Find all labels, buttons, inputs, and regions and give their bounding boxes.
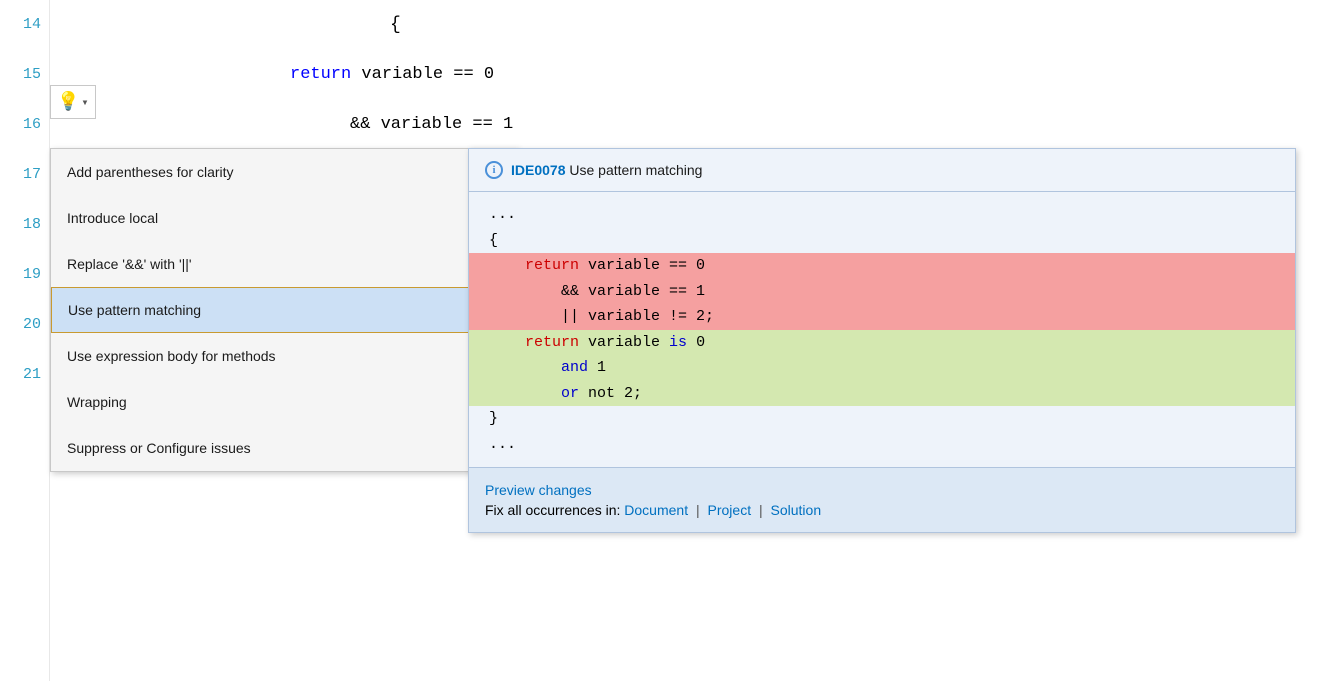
fix-project-link[interactable]: Project <box>708 502 752 518</box>
code-line-15: return variable == 0 <box>50 50 1335 100</box>
menu-item-label: Replace '&&' with '||' <box>67 256 192 272</box>
preview-open-brace: { <box>489 228 1275 254</box>
preview-ellipsis-after: ... <box>489 432 1275 458</box>
menu-item-use-pattern-matching[interactable]: Use pattern matching ▶ <box>51 287 517 333</box>
context-menu: Add parentheses for clarity Introduce lo… <box>50 148 518 472</box>
preview-changes-link-row: Preview changes <box>485 482 1279 498</box>
preview-ellipsis-before: ... <box>489 202 1275 228</box>
menu-item-label: Use expression body for methods <box>67 348 276 364</box>
keyword-return: return <box>290 65 351 84</box>
menu-item-introduce-local[interactable]: Introduce local ▶ <box>51 195 517 241</box>
menu-item-replace-and[interactable]: Replace '&&' with '||' <box>51 241 517 287</box>
menu-item-label: Use pattern matching <box>68 302 201 318</box>
menu-item-wrapping[interactable]: Wrapping ▶ <box>51 379 517 425</box>
menu-item-suppress-configure[interactable]: Suppress or Configure issues ▶ <box>51 425 517 471</box>
line-num-17: 17 <box>23 150 41 200</box>
menu-item-use-expression-body[interactable]: Use expression body for methods <box>51 333 517 379</box>
preview-added-line-2: and 1 <box>469 355 1295 381</box>
line-num-15: 15 <box>23 50 41 100</box>
line-num-16: 16 <box>23 100 41 150</box>
preview-removed-line-3: || variable != 2; <box>469 304 1295 330</box>
menu-item-label: Suppress or Configure issues <box>67 440 251 456</box>
menu-item-label: Wrapping <box>67 394 127 410</box>
code-text: variable == 0 <box>361 65 494 84</box>
line-num-18: 18 <box>23 200 41 250</box>
menu-item-label: Add parentheses for clarity <box>67 164 234 180</box>
preview-panel: i IDE0078 Use pattern matching ... { ret… <box>468 148 1296 533</box>
preview-changes-link[interactable]: Preview changes <box>485 482 592 498</box>
line-num-20: 20 <box>23 300 41 350</box>
line-numbers: 14 15 16 17 18 19 20 21 <box>0 0 50 681</box>
code-line-14: { <box>50 0 1335 50</box>
code-text: && variable == 1 <box>350 115 513 134</box>
fix-document-link[interactable]: Document <box>624 502 688 518</box>
fix-solution-link[interactable]: Solution <box>771 502 822 518</box>
lightbulb-button[interactable]: 💡 ▾ <box>50 85 96 119</box>
dropdown-arrow-icon: ▾ <box>81 95 88 110</box>
preview-title: Use pattern matching <box>565 162 702 178</box>
lightbulb-icon: 💡 <box>57 91 79 113</box>
preview-close-brace: } <box>489 406 1275 432</box>
separator-1: | <box>696 502 700 518</box>
preview-footer: Preview changes Fix all occurrences in: … <box>469 467 1295 532</box>
preview-header: i IDE0078 Use pattern matching <box>469 149 1295 192</box>
preview-added-line-1: return variable is 0 <box>469 330 1295 356</box>
info-icon: i <box>485 161 503 179</box>
fix-all-label: Fix all occurrences in: <box>485 502 620 518</box>
preview-code-area: ... { return variable == 0 && variable =… <box>469 192 1295 467</box>
preview-removed-line-2: && variable == 1 <box>469 279 1295 305</box>
separator-2: | <box>759 502 763 518</box>
line-num-21: 21 <box>23 350 41 400</box>
fix-all-row: Fix all occurrences in: Document | Proje… <box>485 502 1279 518</box>
preview-added-line-3: or not 2; <box>469 381 1295 407</box>
menu-item-add-parentheses[interactable]: Add parentheses for clarity <box>51 149 517 195</box>
line-num-19: 19 <box>23 250 41 300</box>
line-num-14: 14 <box>23 0 41 50</box>
code-line-16: && variable == 1 <box>50 100 1335 150</box>
menu-item-label: Introduce local <box>67 210 158 226</box>
ide-code: IDE0078 <box>511 162 565 178</box>
preview-removed-line-1: return variable == 0 <box>469 253 1295 279</box>
